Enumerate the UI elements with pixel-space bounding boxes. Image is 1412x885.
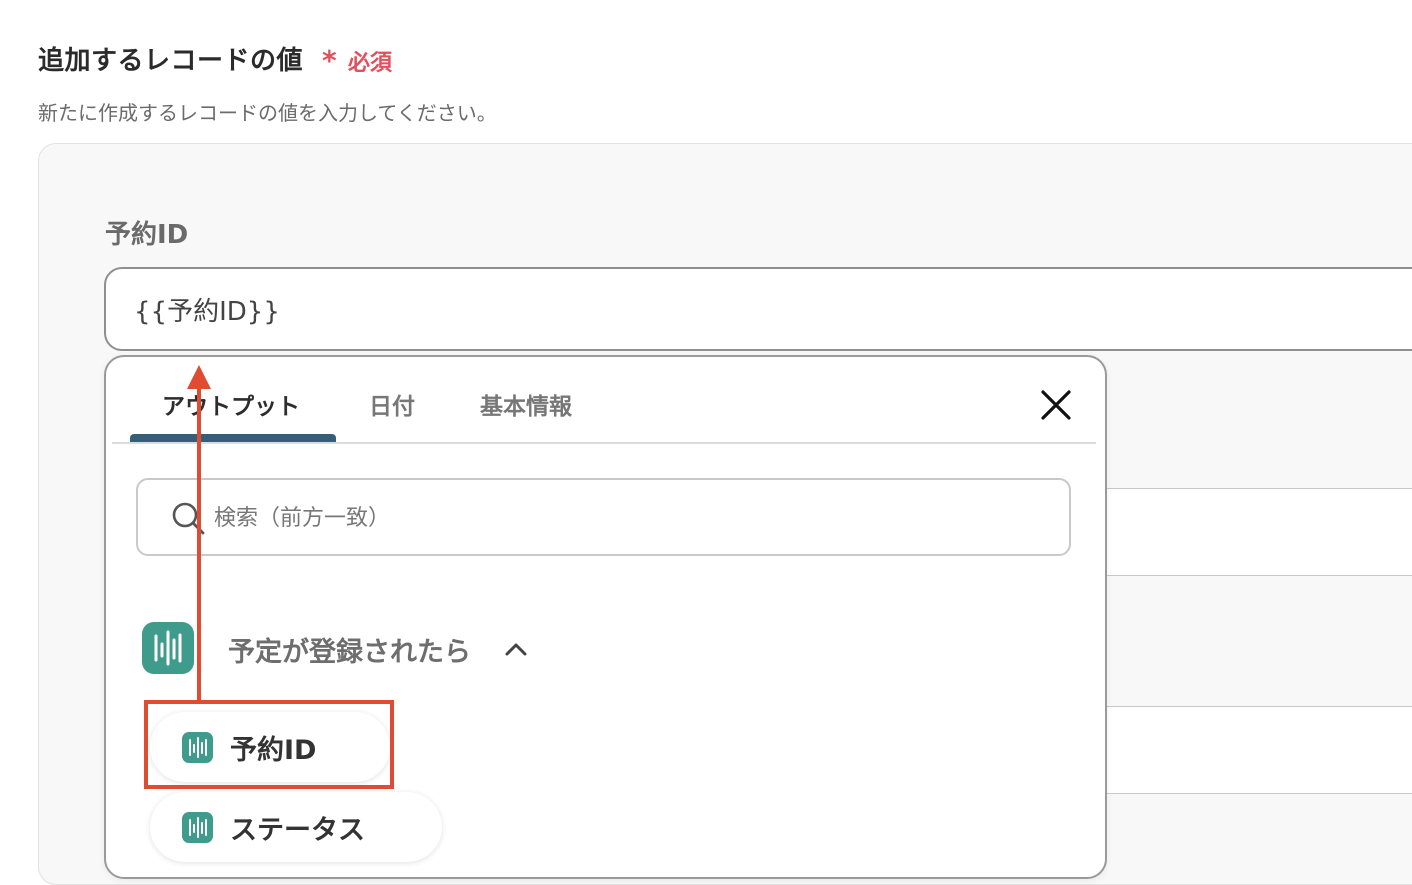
tab-output[interactable]: アウトプット bbox=[162, 387, 300, 421]
field-value: {{予約ID}} bbox=[134, 296, 280, 327]
required-label: 必須 bbox=[348, 51, 393, 76]
background-field[interactable] bbox=[1100, 706, 1412, 794]
annotation-arrow-line bbox=[197, 386, 201, 702]
tab-divider bbox=[112, 442, 1096, 444]
output-chip-status[interactable]: ステータス bbox=[150, 792, 442, 862]
tab-active-underline bbox=[130, 434, 336, 442]
search-input[interactable] bbox=[212, 494, 1056, 542]
section-title: 追加するレコードの値 bbox=[38, 46, 304, 76]
section-description: 新たに作成するレコードの値を入力してください。 bbox=[38, 101, 497, 125]
group-title: 予定が登録されたら bbox=[228, 637, 471, 668]
field-label: 予約ID bbox=[105, 220, 189, 250]
annotation-arrow-head bbox=[187, 365, 211, 389]
required-star: * bbox=[322, 44, 337, 77]
tab-date[interactable]: 日付 bbox=[369, 387, 415, 421]
app-logo-icon bbox=[182, 812, 213, 843]
field-input[interactable]: {{予約ID}} bbox=[104, 267, 1412, 351]
annotation-highlight-box bbox=[144, 700, 394, 789]
tab-basic-info[interactable]: 基本情報 bbox=[480, 387, 572, 421]
chip-label: ステータス bbox=[230, 815, 365, 846]
background-field[interactable] bbox=[1100, 488, 1412, 576]
close-icon bbox=[1041, 390, 1071, 420]
close-button[interactable] bbox=[1036, 385, 1076, 425]
chevron-up-icon[interactable] bbox=[503, 638, 529, 658]
app-logo-icon bbox=[142, 622, 194, 674]
